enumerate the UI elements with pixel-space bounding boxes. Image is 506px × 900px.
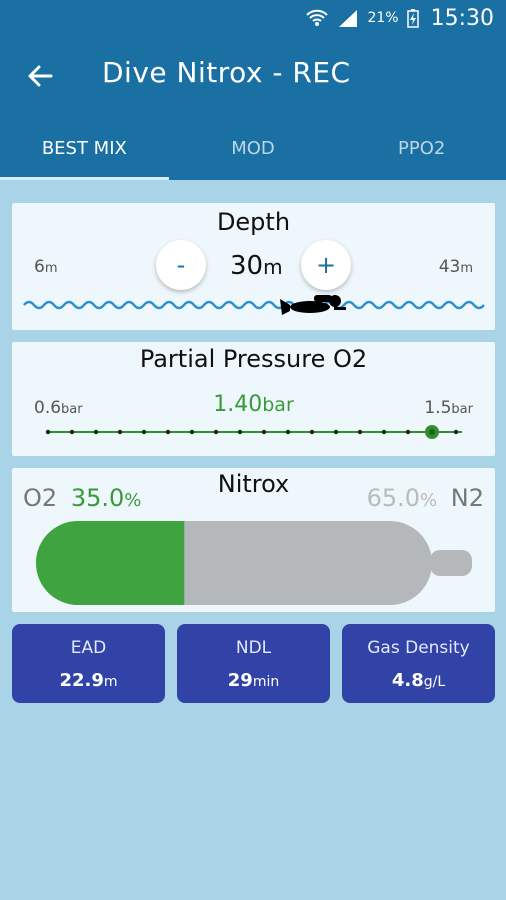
page-title: Dive Nitrox - REC [102, 56, 351, 89]
gas-density-label: Gas Density [367, 638, 470, 658]
depth-title: Depth [216, 208, 291, 236]
ppo2-max-label: 1.5bar [424, 398, 473, 418]
slider-tick [189, 429, 195, 435]
depth-wave [23, 300, 485, 310]
slider-tick [117, 429, 123, 435]
tab-bar: BEST MIX MOD PPO2 [0, 116, 506, 180]
gas-density-metric[interactable]: Gas Density 4.8g/L [342, 624, 495, 703]
slider-tick [309, 429, 315, 435]
slider-tick [381, 429, 387, 435]
tank-valve [430, 550, 472, 576]
o2-fill [36, 521, 185, 605]
battery-charging-icon [406, 8, 419, 28]
ppo2-title: Partial Pressure O2 [139, 345, 368, 373]
ndl-label: NDL [235, 638, 272, 658]
o2-readout: O2 35.0% [23, 484, 141, 512]
tab-mod[interactable]: MOD [169, 116, 338, 180]
ead-value: 22.9m [59, 670, 118, 691]
ppo2-slider[interactable] [38, 420, 468, 444]
o2-label: O2 [23, 484, 58, 512]
nitrox-card: Nitrox O2 35.0% 65.0% N2 [12, 468, 495, 612]
depth-min-label: 6m [34, 257, 58, 277]
slider-tick [285, 429, 291, 435]
gas-density-value: 4.8g/L [391, 670, 446, 691]
slider-tick [453, 429, 459, 435]
ppo2-value: 1.40bar [213, 392, 294, 417]
slider-tick [45, 429, 51, 435]
wifi-icon [305, 8, 329, 28]
tab-best-mix[interactable]: BEST MIX [0, 116, 169, 180]
ead-metric[interactable]: EAD 22.9m [12, 624, 165, 703]
o2-value: 35.0 [70, 484, 125, 512]
signal-icon [337, 8, 359, 28]
slider-tick [237, 429, 243, 435]
depth-increase-button[interactable]: + [301, 240, 351, 290]
depth-decrease-button[interactable]: - [156, 240, 206, 290]
slider-tick [69, 429, 75, 435]
depth-value: 30m [230, 251, 283, 281]
n2-value: 65.0 [366, 484, 421, 512]
back-arrow-icon [28, 65, 53, 87]
slider-tick [141, 429, 147, 435]
n2-readout: 65.0% N2 [367, 484, 484, 512]
ndl-value: 29min [227, 670, 280, 691]
ndl-metric[interactable]: NDL 29min [177, 624, 330, 703]
ead-label: EAD [70, 638, 107, 658]
slider-tick [333, 429, 339, 435]
tab-ppo2[interactable]: PPO2 [337, 116, 506, 180]
slider-tick [93, 429, 99, 435]
n2-unit: % [420, 490, 438, 511]
o2-unit: % [124, 490, 142, 511]
slider-tick [213, 429, 219, 435]
ppo2-card: Partial Pressure O2 0.6bar 1.40bar 1.5ba… [12, 342, 495, 456]
slider-tick [357, 429, 363, 435]
gas-tank [36, 521, 472, 605]
n2-label: N2 [450, 484, 484, 512]
depth-card: Depth 6m 43m - 30m + [12, 203, 495, 330]
app-bar: Dive Nitrox - REC [0, 36, 506, 116]
slider-tick [165, 429, 171, 435]
slider-tick [261, 429, 267, 435]
slider-tick [405, 429, 411, 435]
clock: 15:30 [430, 5, 494, 31]
slider-thumb-center [429, 429, 435, 435]
battery-percent: 21% [367, 10, 399, 26]
back-button[interactable] [24, 60, 56, 92]
diver-icon [280, 295, 346, 315]
status-bar: 21% 15:30 [0, 0, 506, 36]
depth-max-label: 43m [438, 257, 473, 277]
